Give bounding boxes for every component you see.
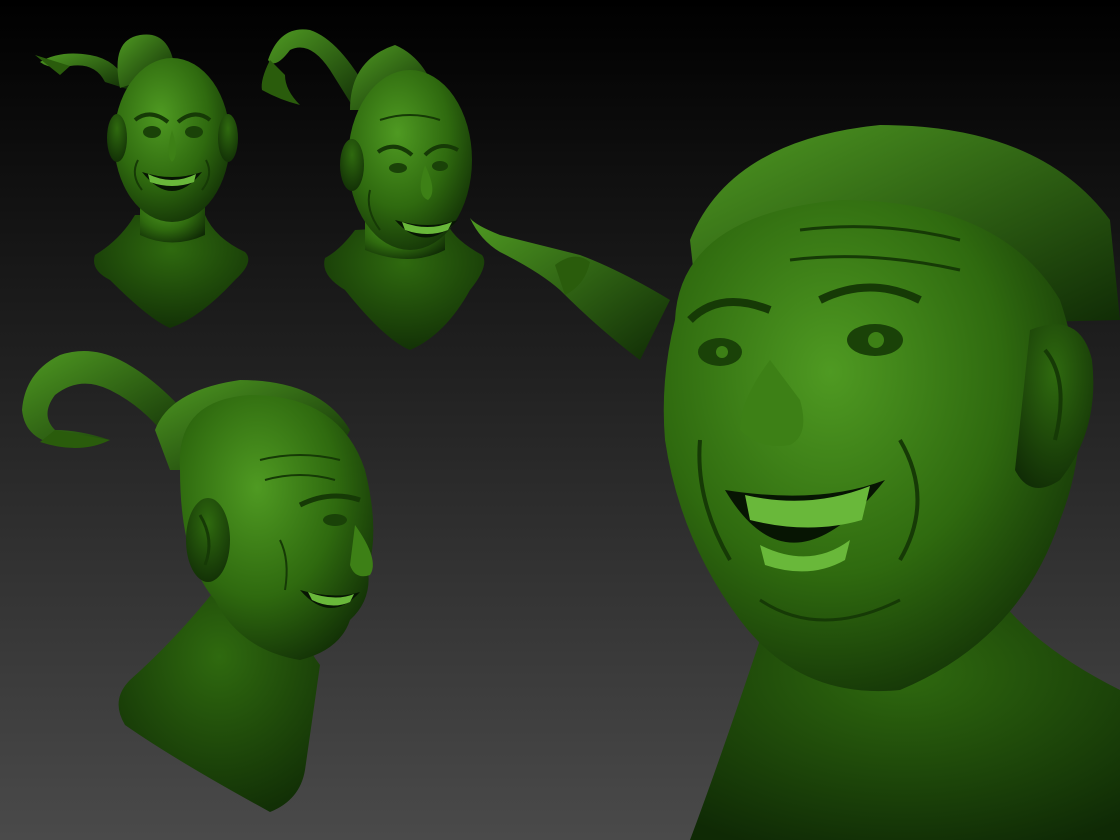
zbrush-viewport[interactable]: [0, 0, 1120, 840]
sculpt-render: [0, 0, 1120, 840]
